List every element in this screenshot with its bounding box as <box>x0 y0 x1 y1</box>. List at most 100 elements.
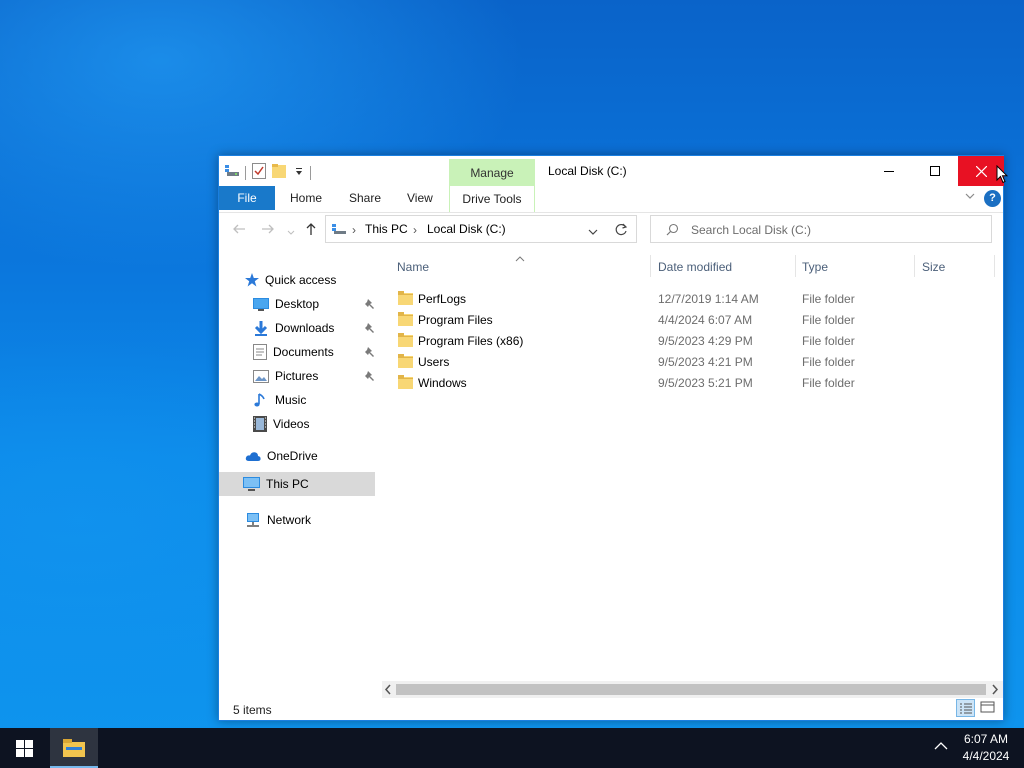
large-icons-view-icon <box>980 701 995 713</box>
file-list: Name Date modified Type Size PerfLogs 12… <box>382 251 1003 681</box>
column-divider[interactable] <box>994 255 995 277</box>
sidebar-item-label: Desktop <box>275 297 320 311</box>
documents-icon <box>253 344 267 360</box>
toolbar-divider <box>245 165 246 180</box>
sidebar-item-network[interactable]: Network <box>245 509 311 531</box>
sidebar-item-documents[interactable]: Documents <box>253 341 377 363</box>
scrollbar-thumb[interactable] <box>396 684 986 695</box>
minimize-button[interactable] <box>866 156 912 186</box>
column-header-name[interactable]: Name <box>397 260 429 274</box>
taskbar-clock[interactable]: 6:07 AM 4/4/2024 <box>952 731 1020 765</box>
pin-icon[interactable] <box>365 298 375 312</box>
sidebar-item-this-pc[interactable]: This PC <box>219 472 375 496</box>
mouse-cursor-icon <box>996 165 1008 184</box>
column-divider[interactable] <box>914 255 915 277</box>
sidebar-item-quick-access[interactable]: Quick access <box>245 269 336 291</box>
customize-toolbar-dropdown-icon[interactable] <box>294 166 304 180</box>
tab-view[interactable]: View <box>407 186 433 210</box>
star-icon <box>245 273 259 287</box>
tab-home[interactable]: Home <box>290 186 322 210</box>
title-bar: Manage Local Disk (C:) <box>219 156 1004 186</box>
clock-date: 4/4/2024 <box>962 749 1010 763</box>
horizontal-scrollbar[interactable] <box>382 681 1003 698</box>
sidebar-item-pictures[interactable]: Pictures <box>253 365 377 387</box>
scroll-right-arrow-icon[interactable] <box>991 684 999 698</box>
details-view-button[interactable] <box>956 699 975 717</box>
table-row[interactable]: Program Files 4/4/2024 6:07 AM File fold… <box>396 309 996 330</box>
address-bar[interactable]: › This PC › Local Disk (C:) <box>325 215 637 243</box>
ribbon: File Home Share View Drive Tools ? <box>219 186 1003 213</box>
column-header-date-modified[interactable]: Date modified <box>658 260 732 274</box>
address-history-chevron-icon[interactable] <box>588 225 598 239</box>
table-row[interactable]: Users 9/5/2023 4:21 PM File folder <box>396 351 996 372</box>
column-header-type[interactable]: Type <box>802 260 828 274</box>
pin-icon[interactable] <box>365 370 375 384</box>
breadcrumb-separator-icon[interactable]: › <box>352 223 356 237</box>
scroll-left-arrow-icon[interactable] <box>384 684 392 698</box>
search-placeholder[interactable]: Search Local Disk (C:) <box>691 223 811 237</box>
quick-access-toolbar <box>225 163 311 182</box>
window-title: Local Disk (C:) <box>548 164 627 178</box>
column-header-size[interactable]: Size <box>922 260 945 274</box>
tab-drive-tools[interactable]: Drive Tools <box>449 186 535 212</box>
back-arrow-icon[interactable] <box>232 223 246 238</box>
table-row[interactable]: Windows 9/5/2023 5:21 PM File folder <box>396 372 996 393</box>
details-view-icon <box>960 703 972 714</box>
tab-manage[interactable]: Manage <box>449 159 535 186</box>
sidebar-item-desktop[interactable]: Desktop <box>253 293 377 315</box>
new-folder-icon[interactable] <box>272 164 288 181</box>
folder-icon <box>398 333 413 347</box>
videos-icon <box>253 416 267 432</box>
pictures-icon <box>253 369 269 383</box>
up-arrow-icon[interactable] <box>305 222 317 239</box>
refresh-button[interactable] <box>607 215 637 243</box>
sidebar-item-onedrive[interactable]: OneDrive <box>245 445 318 467</box>
maximize-button[interactable] <box>912 156 958 186</box>
sidebar-item-label: Videos <box>273 417 310 431</box>
this-pc-small-icon <box>332 224 346 238</box>
breadcrumb-separator-icon[interactable]: › <box>413 223 417 237</box>
search-box[interactable]: Search Local Disk (C:) <box>650 215 992 243</box>
drive-icon[interactable] <box>225 165 239 180</box>
sidebar-item-downloads[interactable]: Downloads <box>253 317 377 339</box>
recent-locations-chevron-icon[interactable] <box>287 225 295 239</box>
navigation-pane: Quick access Desktop Downloads Documents <box>219 251 377 681</box>
sidebar-item-music[interactable]: Music <box>253 389 306 411</box>
taskbar-file-explorer[interactable] <box>50 728 98 768</box>
table-row[interactable]: PerfLogs 12/7/2019 1:14 AM File folder <box>396 288 996 309</box>
pin-icon[interactable] <box>365 322 375 336</box>
folder-icon <box>398 312 413 326</box>
forward-arrow-icon[interactable] <box>261 223 275 238</box>
file-type: File folder <box>802 292 855 306</box>
sidebar-item-label: Pictures <box>275 369 319 383</box>
file-name: Program Files <box>418 313 493 327</box>
sidebar-item-label: Music <box>275 393 307 407</box>
expand-ribbon-chevron-icon[interactable] <box>964 190 976 205</box>
large-icons-view-button[interactable] <box>979 699 998 717</box>
file-date: 9/5/2023 4:21 PM <box>658 355 753 369</box>
tab-file[interactable]: File <box>219 186 275 210</box>
table-row[interactable]: Program Files (x86) 9/5/2023 4:29 PM Fil… <box>396 330 996 351</box>
pin-icon[interactable] <box>365 346 375 360</box>
search-icon <box>666 223 679 239</box>
column-divider[interactable] <box>650 255 651 277</box>
file-type: File folder <box>802 313 855 327</box>
sort-ascending-icon <box>515 251 525 265</box>
file-date: 9/5/2023 4:29 PM <box>658 334 753 348</box>
help-button[interactable]: ? <box>984 190 1001 207</box>
toolbar-divider <box>310 165 311 180</box>
file-name: Windows <box>418 376 467 390</box>
sidebar-item-label: OneDrive <box>267 449 318 463</box>
file-explorer-icon <box>63 739 85 757</box>
tab-share[interactable]: Share <box>349 186 381 210</box>
refresh-icon <box>615 223 628 235</box>
sidebar-item-label: Documents <box>273 345 334 359</box>
column-divider[interactable] <box>795 255 796 277</box>
show-hidden-icons-chevron-icon[interactable] <box>934 740 948 754</box>
breadcrumb-local-disk[interactable]: Local Disk (C:) <box>427 222 506 236</box>
breadcrumb-this-pc[interactable]: This PC <box>365 222 408 236</box>
sidebar-item-videos[interactable]: Videos <box>253 413 309 435</box>
file-date: 4/4/2024 6:07 AM <box>658 313 753 327</box>
start-button[interactable] <box>0 728 48 768</box>
properties-icon[interactable] <box>252 163 266 182</box>
